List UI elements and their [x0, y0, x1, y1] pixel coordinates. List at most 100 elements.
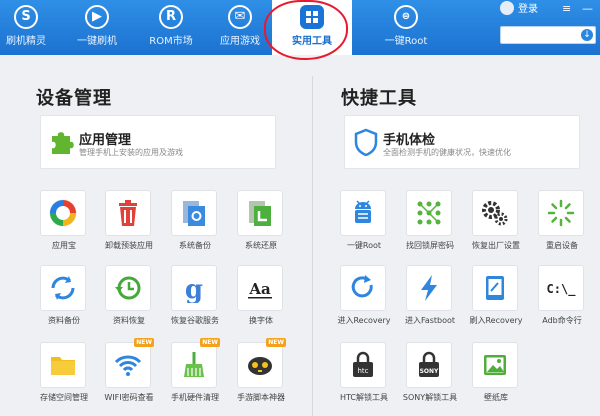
tool-system-backup[interactable]: 系统备份 [166, 190, 224, 260]
history-icon [115, 276, 141, 300]
tool-one-click-root[interactable]: 一键Root [335, 190, 393, 260]
gears-icon [482, 201, 508, 226]
login-label: 登录 [518, 4, 538, 15]
tool-sony-unlock[interactable]: SONY SONY解锁工具 [401, 342, 459, 412]
tab-label: ROM市场 [149, 36, 193, 47]
restart-icon [547, 199, 575, 227]
tool-label: 一键Root [346, 241, 382, 250]
tool-htc-unlock[interactable]: htc HTC解锁工具 [335, 342, 393, 412]
sync-icon [51, 276, 75, 300]
tool-label: 资料恢复 [113, 316, 145, 325]
tab-utilities[interactable]: 实用工具 [272, 0, 352, 55]
minimize-button[interactable]: — [582, 2, 593, 16]
android-icon [355, 200, 371, 223]
wallpaper-icon [484, 355, 506, 375]
tool-wifi-password[interactable]: NEW WIFI密码查看 [100, 338, 158, 412]
tab-apps-games[interactable]: ✉ 应用游戏 [200, 0, 280, 55]
tool-wallpaper-library[interactable]: 壁纸库 [467, 342, 525, 412]
menu-button[interactable]: ≡ [562, 2, 571, 16]
tool-label: 手游脚本神器 [237, 393, 285, 402]
tool-label: 资料备份 [48, 316, 80, 325]
sony-lock-icon: SONY [419, 351, 439, 377]
system-restore-icon [249, 201, 271, 226]
tool-yingyongbao[interactable]: 应用宝 [35, 190, 93, 260]
system-backup-icon [183, 201, 205, 226]
tab-rom-market[interactable]: R ROM市场 [131, 0, 211, 55]
app-management-banner[interactable]: 应用管理 管理手机上安装的应用及游戏 [40, 115, 276, 169]
tool-label: 换字体 [249, 316, 273, 325]
device-management-title: 设备管理 [36, 88, 112, 109]
google-icon: g [185, 275, 203, 303]
tool-label: HTC解锁工具 [339, 393, 389, 402]
tab-label: 实用工具 [292, 36, 332, 47]
wifi-icon [114, 355, 142, 376]
play-icon: ▶ [85, 5, 109, 29]
tool-label: Adb命令行 [542, 316, 582, 325]
tool-restart-device[interactable]: 重启设备 [533, 190, 591, 260]
svg-text:SONY: SONY [420, 368, 439, 375]
tool-restore-google-services[interactable]: g 恢复谷歌服务 [166, 265, 224, 335]
tab-label: 应用游戏 [220, 36, 260, 47]
tool-label: 进入Recovery [337, 316, 391, 325]
tool-label: 系统备份 [179, 241, 211, 250]
pattern-lock-icon [417, 201, 441, 225]
tool-label: 进入Fastboot [404, 316, 456, 325]
tool-label: 系统还原 [245, 241, 277, 250]
tool-enter-fastboot[interactable]: 进入Fastboot [401, 265, 459, 335]
tool-recover-lock-password[interactable]: 找回锁屏密码 [401, 190, 459, 260]
tool-hardware-cleanup[interactable]: NEW 手机硬件清理 [166, 338, 224, 412]
banner-title: 手机体检 [383, 133, 436, 148]
folder-icon [51, 357, 75, 375]
tool-label: 卸载预装应用 [105, 241, 153, 250]
tab-one-click-root[interactable]: ⊜ 一键Root [366, 0, 446, 55]
tool-adb-command[interactable]: C:\_ Adb命令行 [533, 265, 591, 335]
tool-factory-reset[interactable]: 恢复出厂设置 [467, 190, 525, 260]
tab-label: 一键刷机 [77, 36, 117, 47]
broom-icon [184, 352, 204, 377]
svg-text:g: g [185, 275, 203, 303]
trash-icon [119, 200, 137, 226]
tool-game-script[interactable]: NEW 手游脚本神器 [232, 338, 290, 412]
banner-title: 应用管理 [79, 133, 132, 148]
tool-change-font[interactable]: Aa 换字体 [232, 265, 290, 335]
new-badge: NEW [134, 338, 154, 347]
quick-tools-title: 快捷工具 [341, 88, 417, 109]
tool-uninstall-preinstalled[interactable]: 卸载预装应用 [100, 190, 158, 260]
download-icon: ↓ [581, 29, 593, 41]
gamepad-icon [248, 357, 272, 375]
banner-subtitle: 管理手机上安装的应用及游戏 [79, 148, 183, 157]
tool-label: SONY解锁工具 [402, 393, 458, 402]
tool-label: 壁纸库 [484, 393, 508, 402]
refresh-arrow-icon [351, 275, 373, 298]
phone-checkup-banner[interactable]: 手机体检 全面检测手机的健康状况，快速优化 [344, 115, 580, 169]
tablet-icon [486, 276, 504, 300]
tool-label: 刷入Recovery [469, 316, 523, 325]
tool-label: 恢复出厂设置 [472, 241, 520, 250]
tool-label: WIFI密码查看 [104, 393, 154, 402]
shield-s-icon: S [14, 5, 38, 29]
terminal-icon: C:\_ [547, 282, 576, 297]
download-manager-box[interactable]: ↓ [500, 26, 596, 44]
banner-subtitle: 全面检测手机的健康状况，快速优化 [383, 148, 511, 157]
tool-enter-recovery[interactable]: 进入Recovery [335, 265, 393, 335]
svg-text:C:\_: C:\_ [547, 282, 576, 297]
grid-icon [300, 5, 324, 29]
tool-system-restore[interactable]: 系统还原 [232, 190, 290, 260]
tool-label: 手机硬件清理 [171, 393, 219, 402]
tool-label: 恢复谷歌服务 [171, 316, 219, 325]
r-logo-icon: R [159, 5, 183, 29]
htc-lock-icon: htc [353, 351, 373, 377]
avatar-icon [500, 1, 514, 15]
tool-data-restore[interactable]: 资料恢复 [100, 265, 158, 335]
tool-flash-recovery[interactable]: 刷入Recovery [467, 265, 525, 335]
tool-label: 应用宝 [52, 241, 76, 250]
font-icon: Aa [248, 280, 272, 299]
tool-data-backup[interactable]: 资料备份 [35, 265, 93, 335]
yingyongbao-icon [49, 199, 77, 227]
tab-one-click-flash[interactable]: ▶ 一键刷机 [57, 0, 137, 55]
tool-storage-management[interactable]: 存储空间管理 [35, 342, 93, 412]
login-button[interactable]: 登录 [500, 1, 538, 18]
svg-text:htc: htc [357, 367, 368, 375]
root-icon: ⊜ [394, 5, 418, 29]
svg-text:Aa: Aa [248, 280, 271, 298]
